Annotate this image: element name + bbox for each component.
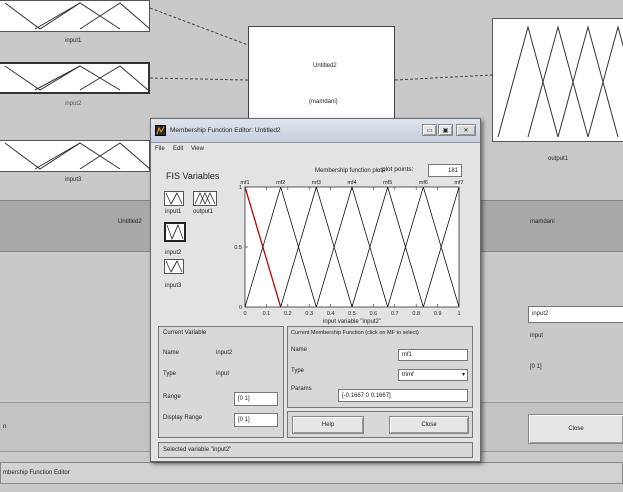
- mf-params-input[interactable]: [-0.1667 0 0.1667]: [338, 389, 468, 402]
- mf-label-mf3: mf3: [312, 180, 321, 186]
- fis-system-block[interactable]: Untitled2 (mamdani): [248, 26, 395, 122]
- plot-header: Membership function plots: [315, 168, 386, 174]
- plot-area: [244, 186, 460, 308]
- cv-display-range-label: Display Range: [163, 415, 203, 421]
- mf-label-mf5: mf5: [383, 180, 392, 186]
- minimize-icon: ▭: [426, 127, 433, 134]
- fis-variables-label: FIS Variables: [166, 171, 220, 181]
- x-tick-label: 0.3: [305, 311, 313, 317]
- x-tick-label: 0.4: [327, 311, 335, 317]
- output1-mf-icon: [497, 25, 623, 138]
- x-axis-label: input variable "input2": [323, 319, 381, 325]
- variable-input3-label: input3: [165, 283, 182, 289]
- variable-input1-label: input1: [165, 209, 182, 215]
- current-variable-name-field[interactable]: input2: [528, 306, 623, 323]
- mf-type-label: Type: [291, 368, 305, 374]
- system-type: (mamdani): [309, 99, 338, 105]
- x-tick-label: 0.6: [370, 311, 378, 317]
- menu-bar: File Edit View: [151, 143, 480, 155]
- current-variable-header: Current Variable: [163, 330, 207, 336]
- variable-input3-icon[interactable]: [164, 259, 184, 274]
- dropdown-arrow-icon: ▾: [461, 372, 465, 378]
- membership-function-plot[interactable]: 0 0.1 0.2 0.3 0.4 0.5 0.6 0.7 0.8 0.9 100.51mf1 mf2…: [231, 175, 477, 325]
- variable-input1-icon[interactable]: [164, 191, 184, 206]
- output1-block[interactable]: [492, 18, 623, 142]
- cv-name-value: input2: [216, 350, 233, 356]
- menu-edit[interactable]: Edit: [173, 146, 183, 152]
- current-variable-type-text: input: [530, 333, 544, 339]
- mf-label-mf2: mf2: [276, 180, 285, 186]
- current-mf-header: Current Membership Function (click on MF…: [291, 330, 419, 336]
- close-button[interactable]: Close: [528, 414, 623, 444]
- membership-function-editor-window: Membership Function Editor: Untitled2 ▭ …: [150, 118, 481, 462]
- y-tick-label: 0.5: [234, 245, 242, 251]
- band-fis-type: mamdani: [530, 219, 555, 225]
- left-edge-text: n: [3, 424, 7, 430]
- x-tick-label: 0.9: [434, 311, 442, 317]
- mf-label-mf7: mf7: [454, 180, 463, 186]
- button-row: Help Close: [287, 411, 473, 438]
- cv-range-label: Range: [163, 394, 181, 400]
- current-variable-range-text: [0 1]: [530, 364, 542, 370]
- variable-input2-icon[interactable]: [164, 222, 186, 242]
- menu-file[interactable]: File: [155, 146, 165, 152]
- x-tick-label: 1: [457, 311, 460, 317]
- status-bar: mbership Function Editor: [0, 462, 623, 484]
- editor-status-text: Selected variable "input2": [163, 447, 232, 453]
- cv-display-range-input[interactable]: [0 1]: [234, 413, 278, 427]
- cv-type-value: input: [216, 371, 230, 377]
- mf-params-label: Params: [291, 386, 312, 392]
- cv-range-input[interactable]: [0 1]: [234, 392, 278, 406]
- maximize-icon: ▣: [442, 127, 449, 134]
- output1-label: output1: [548, 156, 569, 162]
- editor-close-button[interactable]: Close: [389, 416, 469, 434]
- minimize-button[interactable]: ▭: [422, 124, 437, 136]
- current-mf-panel: Current Membership Function (click on MF…: [287, 326, 473, 408]
- x-tick-label: 0.7: [391, 311, 399, 317]
- matlab-app-icon: [155, 125, 166, 136]
- mf-label-mf4: mf4: [347, 180, 356, 186]
- close-icon: ✕: [463, 127, 469, 134]
- cv-name-label: Name: [163, 350, 180, 356]
- mf-name-label: Name: [291, 347, 308, 353]
- window-titlebar[interactable]: Membership Function Editor: Untitled2 ▭ …: [151, 119, 480, 143]
- editor-status-bar: Selected variable "input2": [158, 442, 473, 458]
- band-fis-name: Untitled2: [118, 219, 142, 225]
- x-tick-label: 0.1: [263, 311, 271, 317]
- x-tick-label: 0.8: [412, 311, 420, 317]
- window-title: Membership Function Editor: Untitled2: [170, 127, 281, 134]
- x-tick-label: 0.2: [284, 311, 292, 317]
- menu-view[interactable]: View: [191, 146, 204, 152]
- variable-output1-label: output1: [193, 209, 214, 215]
- mf-type-select[interactable]: trimf ▾: [398, 369, 468, 381]
- cv-type-label: Type: [163, 371, 177, 377]
- x-tick-label: 0.5: [348, 311, 356, 317]
- variable-input2-label: input2: [165, 250, 182, 256]
- mf-label-mf6: mf6: [419, 180, 428, 186]
- mf-type-value: trimf: [402, 372, 414, 378]
- maximize-button[interactable]: ▣: [438, 124, 453, 136]
- y-tick-label: 0: [239, 305, 242, 311]
- status-text: mbership Function Editor: [3, 470, 70, 476]
- window-close-button[interactable]: ✕: [456, 124, 476, 136]
- x-tick-label: 0: [243, 311, 246, 317]
- current-variable-panel: Current Variable Name input2 Type input …: [158, 326, 284, 438]
- help-button[interactable]: Help: [292, 416, 364, 434]
- system-name: Untitled2: [313, 63, 337, 69]
- mf-name-input[interactable]: mf1: [398, 349, 468, 361]
- variable-output1-icon[interactable]: [193, 191, 217, 206]
- mf-label-mf1: mf1: [240, 180, 249, 186]
- plot-points-label: plot points:: [382, 166, 414, 173]
